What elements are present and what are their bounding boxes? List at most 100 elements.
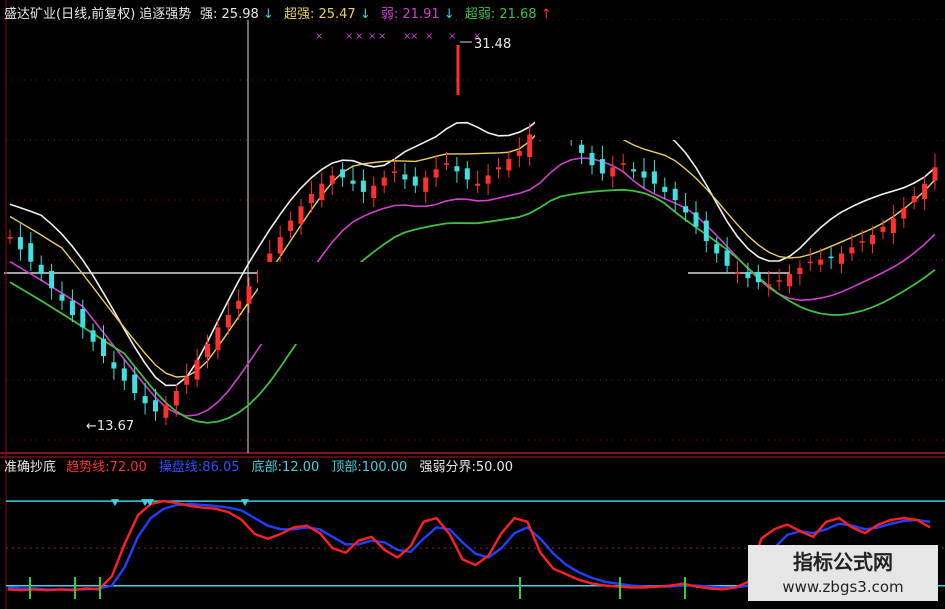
candle-body	[755, 271, 761, 283]
strong-value: 25.98	[221, 7, 259, 22]
candle-body	[496, 167, 501, 170]
candle-body	[111, 362, 117, 369]
candle-body	[735, 271, 740, 274]
candle-body	[402, 174, 408, 180]
candle-body	[787, 274, 792, 287]
candle-body	[620, 163, 626, 165]
candle-body	[807, 261, 813, 264]
trend-label: 趋势线:	[66, 460, 110, 475]
down-arrow-icon: ↓	[359, 7, 371, 22]
stock-chart: 31.48 ←13.67 × × × × × × × × × × 盛达矿业(日线,前复权) 追逐强势 强…	[0, 0, 945, 609]
signal-x-marker: ×	[425, 31, 433, 42]
candle-body	[870, 235, 876, 245]
candle-body	[319, 183, 325, 201]
watermark: 指标公式网 www.zbgs3.com	[748, 545, 938, 601]
down-arrow-icon: ↓	[443, 7, 455, 22]
candle-body	[277, 237, 283, 254]
candle-body	[818, 259, 824, 265]
weak-value: 21.91	[402, 7, 440, 22]
candle-body	[693, 212, 699, 227]
indicator-name: 追逐强势	[139, 7, 192, 22]
bottom-value: 12.00	[282, 460, 320, 475]
mask-block	[535, 20, 945, 140]
watermark-title: 指标公式网	[793, 550, 893, 574]
chart-header: 盛达矿业(日线,前复权) 追逐强势	[4, 5, 191, 25]
chart-canvas: 31.48←13.67× × × × × ×× × × ×	[0, 0, 945, 609]
candle-body	[485, 175, 491, 184]
subpanel-header: 准确抄底 趋势线:72.00 操盘线:86.05 底部:12.00 顶部:100…	[4, 458, 513, 478]
candle-body	[880, 226, 886, 232]
candle-body	[579, 144, 585, 153]
candle-body	[714, 244, 720, 254]
candle-body	[49, 270, 55, 289]
candle-body	[828, 256, 834, 259]
stock-title: 盛达矿业(日线,前复权)	[4, 7, 136, 22]
candle-body	[360, 180, 366, 192]
divide-value: 50.00	[475, 460, 514, 475]
candle-body	[745, 271, 751, 279]
candle-body	[121, 368, 127, 381]
candle-body	[901, 208, 907, 219]
candle-body	[672, 188, 678, 201]
super-weak-value: 21.68	[499, 7, 537, 22]
candle-body	[90, 330, 96, 342]
candle-body	[308, 193, 314, 204]
candle-body	[776, 280, 782, 282]
candle-body	[932, 167, 938, 181]
watermark-url: www.zbgs3.com	[782, 578, 904, 596]
candle-body	[454, 166, 460, 172]
candle-body	[662, 186, 668, 192]
candle-body	[859, 241, 865, 243]
candle-body	[184, 376, 190, 385]
candle-body	[225, 315, 231, 328]
candle-body	[464, 168, 470, 180]
candle-body	[839, 253, 844, 264]
trend-value: 72.00	[109, 460, 147, 475]
candle-body	[17, 237, 23, 250]
candle-body	[371, 185, 377, 198]
ma-legend: 强: 25.98 ↓ 超强: 25.47 ↓ 弱: 21.91 ↓ 超弱: 21…	[200, 5, 552, 25]
candle-body	[506, 159, 512, 171]
candle-body	[350, 180, 356, 184]
candle-body	[329, 175, 335, 184]
candle-body	[724, 250, 730, 266]
candle-body	[433, 169, 439, 178]
candle-body	[298, 206, 304, 224]
candle-body	[194, 360, 200, 380]
control-label: 操盘线:	[158, 460, 203, 475]
candle-body	[703, 220, 709, 242]
candle-body	[890, 218, 896, 233]
candle-body	[288, 220, 294, 231]
top-label: 顶部:	[331, 460, 362, 475]
candle-body	[475, 183, 481, 186]
candle-body	[59, 294, 65, 301]
candle-body	[7, 237, 13, 239]
candle-body	[340, 169, 346, 178]
candle-body	[205, 343, 210, 358]
signal-x-marker: ×	[448, 31, 456, 42]
candle-body	[849, 247, 855, 254]
signal-x-marker: ×	[368, 31, 376, 42]
bottom-label: 底部:	[251, 460, 283, 475]
weak-label: 弱:	[380, 7, 399, 22]
candle-body	[163, 405, 169, 418]
candle-body	[922, 183, 928, 200]
candle-body	[444, 163, 449, 165]
candle-body	[641, 171, 647, 178]
candle-body	[381, 177, 387, 186]
up-arrow-icon: ↑	[540, 7, 552, 22]
subpanel-name: 准确抄底	[4, 460, 57, 475]
super-strong-value: 25.47	[318, 7, 356, 22]
candle-body	[631, 169, 637, 172]
candle-body	[412, 176, 418, 186]
candle-body	[589, 152, 595, 166]
signal-x-marker: ×	[315, 31, 323, 42]
candle-body	[215, 327, 221, 350]
candle-body	[80, 308, 86, 328]
candle-body	[527, 134, 533, 157]
candle-body	[516, 150, 522, 156]
signal-x-marker: ×	[378, 31, 386, 42]
candle-body	[153, 400, 158, 412]
candle-body	[766, 284, 772, 286]
candle-body	[911, 196, 917, 203]
